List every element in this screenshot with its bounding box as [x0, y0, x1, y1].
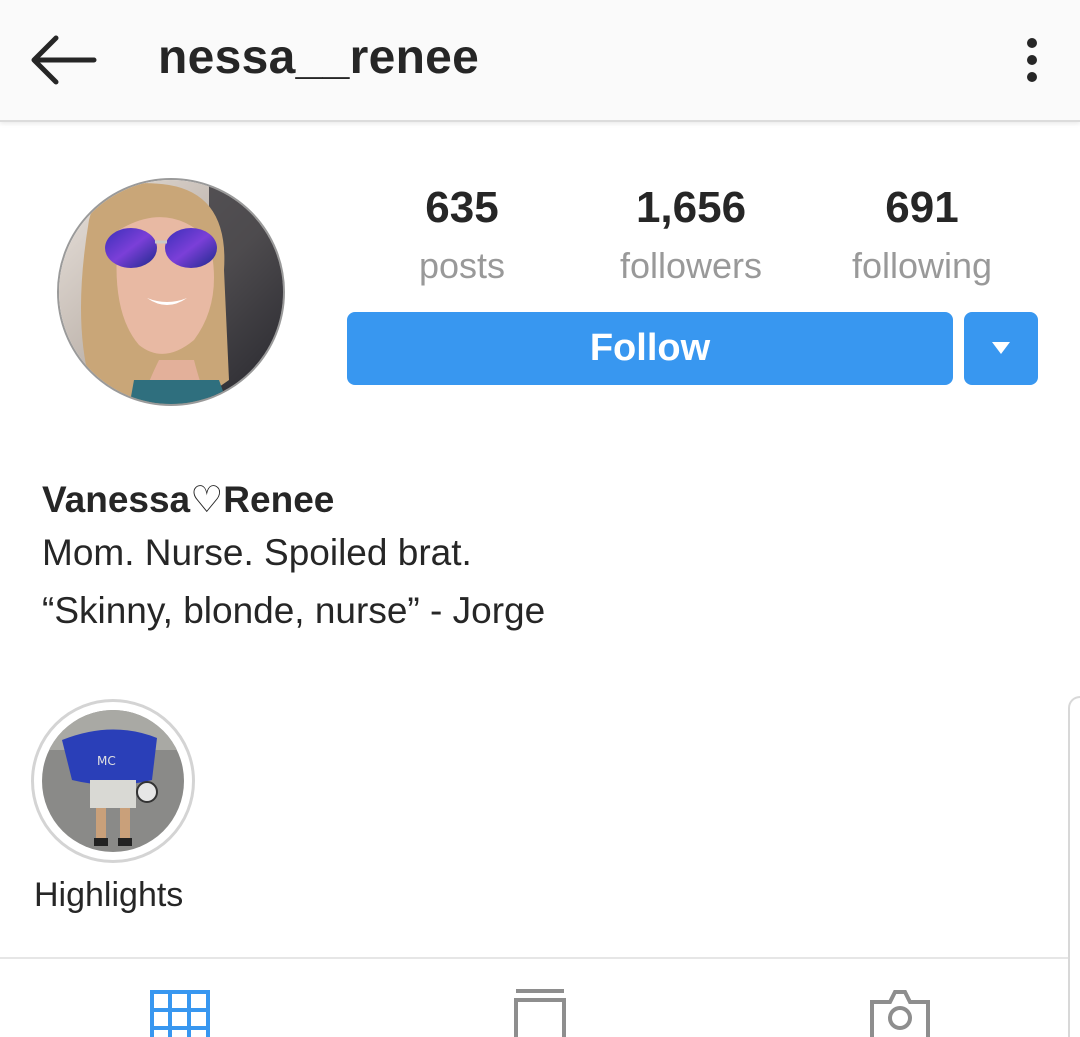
highlight-thumbnail: MC	[42, 710, 184, 852]
stat-posts-value: 635	[425, 183, 499, 232]
story-highlight[interactable]: MC	[31, 699, 195, 863]
stat-followers[interactable]: 1,656 followers	[596, 180, 786, 294]
stat-followers-label: followers	[619, 245, 763, 286]
stat-following-label: following	[851, 245, 993, 286]
stat-following-value: 691	[885, 183, 959, 232]
more-vertical-icon[interactable]	[1012, 36, 1052, 86]
stat-posts[interactable]: 635 posts	[392, 180, 532, 294]
caret-down-icon	[992, 342, 1010, 354]
scrollbar[interactable]	[1068, 696, 1080, 1037]
suggestions-dropdown-button[interactable]	[964, 312, 1038, 385]
avatar[interactable]	[57, 178, 285, 406]
svg-text:MC: MC	[97, 754, 116, 768]
grid-icon[interactable]	[150, 988, 210, 1037]
tagged-camera-icon[interactable]	[868, 988, 932, 1037]
profile-photo	[59, 180, 283, 404]
football-player-photo: MC	[42, 710, 184, 852]
stat-following[interactable]: 691 following	[832, 180, 1012, 294]
bio-line: Mom. Nurse. Spoiled brat.	[42, 532, 472, 573]
profile-username: nessa__renee	[158, 31, 480, 84]
tabs-divider	[0, 957, 1068, 959]
stat-posts-label: posts	[418, 245, 506, 286]
feed-icon[interactable]	[512, 988, 568, 1037]
profile-full-name: Vanessa♡Renee	[42, 479, 335, 520]
top-app-bar: nessa__renee	[0, 0, 1080, 122]
stat-followers-value: 1,656	[635, 183, 747, 232]
arrow-left-icon[interactable]	[28, 30, 98, 90]
highlight-label: Highlights	[34, 876, 184, 914]
follow-button[interactable]: Follow	[347, 312, 953, 385]
bio-line: “Skinny, blonde, nurse” - Jorge	[42, 590, 546, 631]
